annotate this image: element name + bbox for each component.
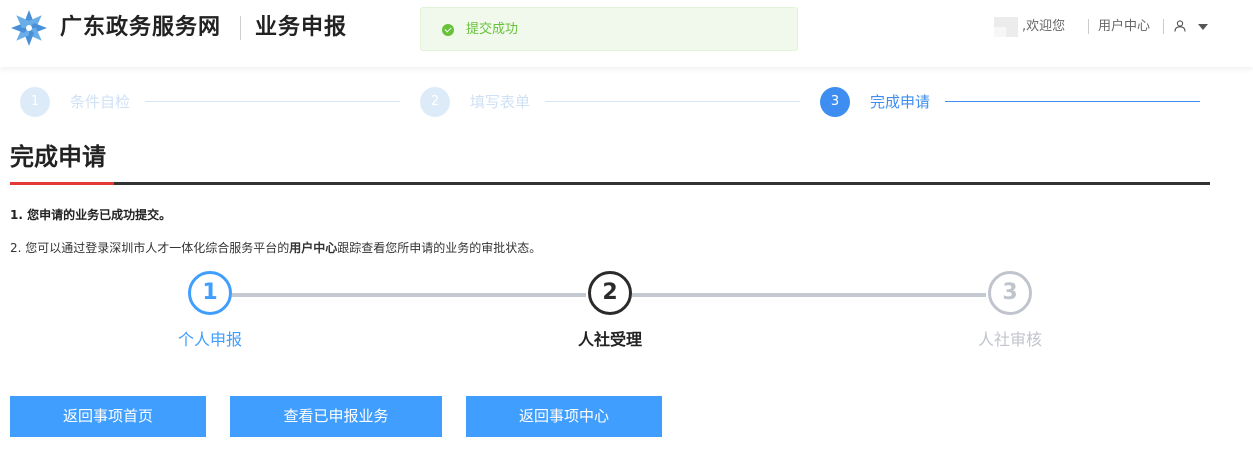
success-message: 1. 您申请的业务已成功提交。 bbox=[10, 208, 172, 222]
step-number: 2 bbox=[420, 87, 450, 117]
user-center-link[interactable]: 用户中心 bbox=[1098, 17, 1150, 37]
progress-connector bbox=[232, 293, 586, 297]
logo-icon[interactable] bbox=[10, 9, 48, 47]
check-circle-icon bbox=[442, 24, 454, 36]
back-to-home-button[interactable]: 返回事项首页 bbox=[10, 396, 206, 437]
view-submitted-button[interactable]: 查看已申报业务 bbox=[230, 396, 442, 437]
progress-connector bbox=[632, 293, 986, 297]
tracking-message: 2. 您可以通过登录深圳市人才一体化综合服务平台的用户中心跟踪查看您所申请的业务… bbox=[10, 239, 541, 257]
step-number: 1 bbox=[20, 87, 50, 117]
title-underline bbox=[10, 182, 1210, 185]
tracking-message-post: 跟踪查看您所申请的业务的审批状态。 bbox=[337, 241, 542, 255]
top-header: 广东政务服务网 业务申报 提交成功 ,欢迎您 用户中心 bbox=[0, 0, 1253, 67]
progress-step-2-circle: 2 bbox=[588, 271, 632, 315]
avatar bbox=[994, 17, 1018, 37]
progress-step-1-label: 个人申报 bbox=[177, 330, 242, 349]
progress-step-3-circle: 3 bbox=[988, 271, 1032, 315]
user-icon[interactable] bbox=[1174, 20, 1186, 32]
title-divider bbox=[240, 16, 241, 40]
step-connector bbox=[945, 101, 1200, 102]
progress-step-1-circle: 1 bbox=[188, 271, 232, 315]
page-name: 业务申报 bbox=[255, 15, 348, 40]
progress-step-2-label: 人社受理 bbox=[577, 330, 642, 349]
welcome-text: ,欢迎您 bbox=[1022, 19, 1066, 34]
step-connector bbox=[545, 101, 800, 102]
step-label: 条件自检 bbox=[70, 93, 131, 111]
back-to-center-button[interactable]: 返回事项中心 bbox=[466, 396, 662, 437]
step-connector bbox=[145, 101, 400, 102]
section-title: 完成申请 bbox=[10, 143, 106, 171]
progress-step-3-label: 人社审核 bbox=[977, 330, 1042, 349]
tracking-message-pre: 2. 您可以通过登录深圳市人才一体化综合服务平台的 bbox=[10, 241, 290, 255]
step-label: 完成申请 bbox=[870, 93, 931, 111]
user-center-inline-link[interactable]: 用户中心 bbox=[289, 241, 337, 255]
step-label: 填写表单 bbox=[470, 93, 531, 111]
title-underline-accent bbox=[10, 182, 114, 185]
chevron-down-icon[interactable] bbox=[1198, 24, 1208, 30]
header-separator bbox=[1088, 19, 1089, 34]
toast-message: 提交成功 bbox=[466, 22, 519, 37]
success-toast: 提交成功 bbox=[420, 7, 798, 51]
header-separator bbox=[1163, 19, 1164, 34]
step-number: 3 bbox=[820, 87, 850, 117]
site-title[interactable]: 广东政务服务网 bbox=[60, 13, 221, 43]
